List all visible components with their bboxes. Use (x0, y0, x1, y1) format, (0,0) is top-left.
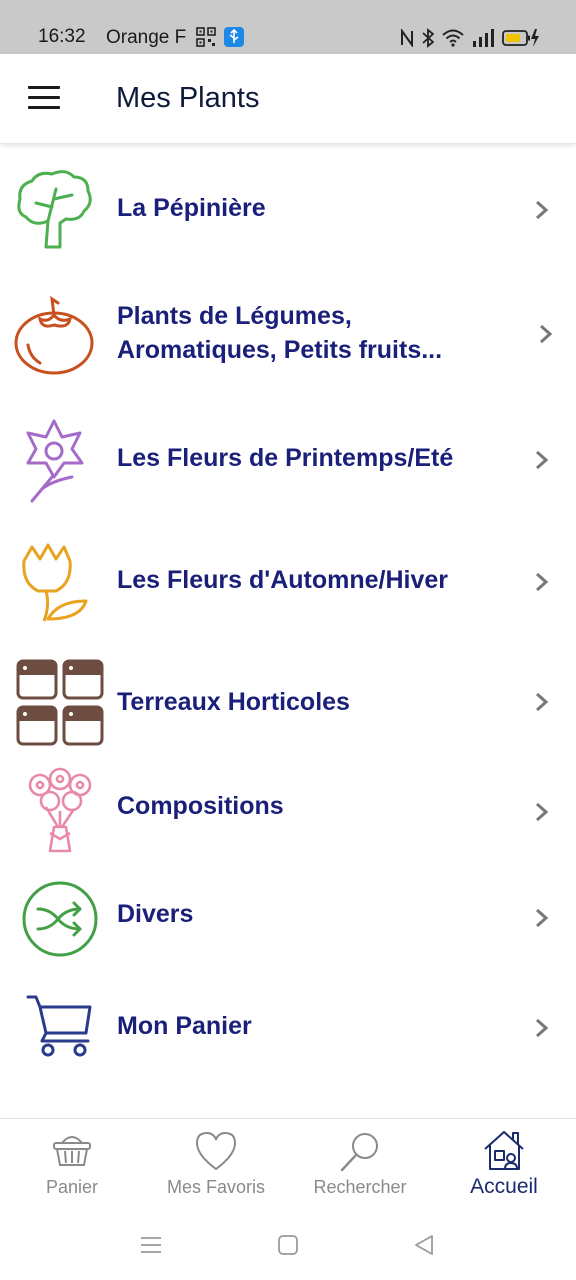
tree-icon (17, 170, 92, 249)
chevron-right-icon (536, 908, 549, 928)
back-icon[interactable] (414, 1234, 434, 1256)
menu-item-label: Mon Panier (117, 1012, 252, 1040)
chevron-right-icon (540, 324, 553, 344)
nav-rechercher[interactable]: Rechercher (288, 1119, 432, 1209)
cart-icon (26, 995, 92, 1057)
menu-item-fleurs-printemps[interactable]: Les Fleurs de Printemps/Eté (0, 415, 576, 505)
menu-item-fleurs-automne[interactable]: Les Fleurs d'Automne/Hiver (0, 537, 576, 627)
nav-label: Panier (45, 1177, 99, 1197)
chevron-right-icon (536, 802, 549, 822)
shuffle-icon (22, 881, 98, 957)
nfc-icon (401, 29, 413, 47)
menu-item-compositions[interactable]: Compositions (0, 767, 576, 857)
recents-icon[interactable] (140, 1236, 162, 1254)
wifi-icon (442, 29, 464, 47)
soil-bags-icon (16, 659, 104, 746)
menu-item-label: Divers (117, 900, 194, 928)
system-navigation-bar (0, 1208, 576, 1280)
chevron-right-icon (536, 450, 549, 470)
menu-item-label: Les Fleurs d'Automne/Hiver (117, 566, 449, 594)
home-icon (484, 1131, 524, 1170)
nav-accueil[interactable]: Accueil (432, 1119, 576, 1209)
app-bar: Mes Plants (0, 54, 576, 144)
menu-item-terreaux[interactable]: Terreaux Horticoles (0, 657, 576, 747)
tulip-icon (22, 543, 88, 622)
menu-item-divers[interactable]: Divers (0, 879, 576, 963)
page-title: Mes Plants (116, 82, 260, 114)
nav-label: Rechercher (313, 1177, 407, 1197)
status-carrier: Orange F (106, 27, 187, 48)
menu-item-label: Terreaux Horticoles (117, 688, 350, 716)
bouquet-icon (28, 767, 92, 853)
menu-item-label: Plants de Légumes, Aromatiques, Petits f… (117, 302, 443, 364)
bluetooth-icon (422, 28, 434, 48)
chevron-right-icon (536, 572, 549, 592)
menu-item-label: Les Fleurs de Printemps/Eté (117, 444, 454, 472)
usb-icon (224, 27, 244, 47)
status-time: 16:32 (38, 26, 86, 47)
bottom-navigation: Panier Mes Favoris Rechercher Accueil (0, 1118, 576, 1208)
nav-favoris[interactable]: Mes Favoris (144, 1119, 288, 1209)
menu-item-mon-panier[interactable]: Mon Panier (0, 993, 576, 1063)
qr-code-icon (196, 27, 216, 47)
heart-icon (195, 1131, 237, 1171)
chevron-right-icon (536, 1018, 549, 1038)
home-button-icon[interactable] (278, 1235, 298, 1255)
menu-item-legumes[interactable]: Plants de Légumes, Aromatiques, Petits f… (0, 287, 576, 381)
tomato-icon (14, 295, 94, 375)
basket-icon (53, 1136, 91, 1166)
battery-icon (502, 29, 539, 47)
hamburger-menu-button[interactable] (28, 86, 62, 112)
menu-item-label: La Pépinière (117, 194, 266, 222)
status-bar: 16:32 Orange F (0, 0, 576, 54)
chevron-right-icon (536, 692, 549, 712)
nav-panier[interactable]: Panier (0, 1119, 144, 1209)
status-icons (400, 27, 540, 49)
signal-icon (473, 29, 494, 47)
nav-label: Accueil (470, 1175, 538, 1198)
menu-item-label: Compositions (117, 792, 284, 820)
search-icon (340, 1133, 378, 1172)
chevron-right-icon (536, 200, 549, 220)
menu-item-pepiniere[interactable]: La Pépinière (0, 165, 576, 255)
nav-label: Mes Favoris (166, 1177, 265, 1197)
flower-icon (26, 419, 84, 503)
